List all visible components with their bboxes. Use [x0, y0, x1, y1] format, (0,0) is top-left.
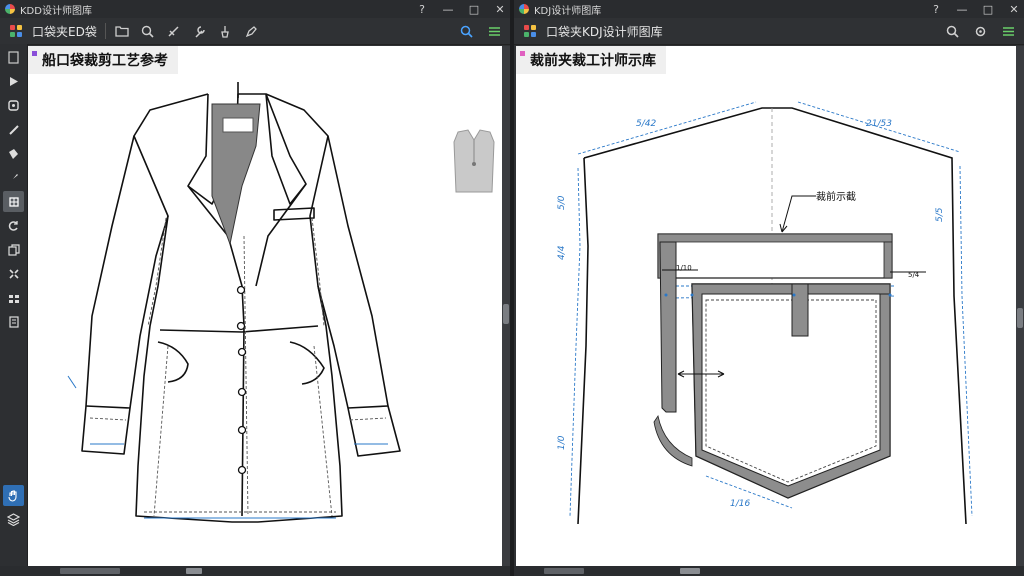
wrench-icon[interactable] — [190, 21, 210, 41]
settings-icon[interactable] — [970, 21, 990, 41]
close-button[interactable]: ✕ — [1008, 3, 1020, 16]
dim-top-left: 5/42 — [636, 119, 656, 129]
scroll-thumb[interactable] — [1017, 308, 1023, 328]
left-titlebar: KDD设计师图库 ? — □ ✕ — [0, 0, 510, 18]
link-icon[interactable] — [3, 119, 24, 140]
rotate-icon[interactable] — [3, 215, 24, 236]
right-toolbar-right — [942, 21, 1018, 41]
stack-icon[interactable] — [3, 509, 24, 530]
left-cuff — [85, 405, 131, 409]
left-canvas[interactable]: 船口袋裁剪工艺参考 — [28, 46, 502, 566]
neck-label — [222, 117, 254, 133]
pen-icon[interactable] — [242, 21, 262, 41]
button — [237, 425, 247, 435]
pocket-pattern-drawing: 5/42 21/53 5/0 1/0 5/5 1/16 4/4 裁前示截 1/1… — [557, 101, 973, 525]
right-vertical-scrollbar[interactable] — [1016, 46, 1024, 566]
dim-left-edge-2: 1/0 — [557, 435, 567, 450]
dim-top-right: 21/53 — [866, 119, 892, 129]
button — [237, 465, 247, 475]
left-tool-sidebar — [0, 44, 28, 576]
button — [236, 321, 246, 331]
button — [237, 347, 247, 357]
app-logo-icon — [5, 4, 15, 14]
left-vertical-scrollbar[interactable] — [502, 46, 510, 566]
scroll-thumb[interactable] — [503, 304, 509, 324]
right-app-label: 口袋夹KDJ设计师图库 — [546, 24, 663, 39]
scroll-thumb[interactable] — [544, 568, 584, 574]
pattern2-icon[interactable] — [3, 287, 24, 308]
scroll-thumb[interactable] — [680, 568, 700, 574]
right-titlebar: KDJ设计师图库 ? — □ ✕ — [514, 0, 1024, 18]
left-toolbar: 口袋夹ED袋 — [0, 18, 510, 45]
scroll-thumb[interactable] — [60, 568, 120, 574]
dim-left-low: 4/4 — [557, 245, 567, 260]
help-button[interactable]: ? — [416, 3, 428, 16]
right-window-title: KDJ设计师图库 — [534, 5, 602, 17]
left-horizontal-scrollbar[interactable] — [0, 566, 510, 576]
stop-icon[interactable] — [3, 95, 24, 116]
app-logo-icon — [519, 4, 529, 14]
dim-left-edge-1: 5/0 — [557, 195, 567, 210]
left-pocket — [157, 341, 189, 383]
help-button[interactable]: ? — [930, 3, 942, 16]
play-icon[interactable] — [3, 71, 24, 92]
dim-left-inner: 1/10 — [676, 264, 692, 272]
left-window: KDD设计师图库 ? — □ ✕ 口袋夹ED袋 船口袋裁剪工艺参考 — [0, 0, 510, 576]
link-icon[interactable] — [164, 21, 184, 41]
maximize-button[interactable]: □ — [468, 3, 480, 16]
ruler-icon[interactable] — [998, 21, 1018, 41]
pattern-icon[interactable] — [3, 263, 24, 284]
left-lapel — [187, 185, 245, 517]
left-window-controls: ? — □ ✕ — [416, 0, 506, 18]
buttons — [236, 285, 247, 475]
right-window: KDJ设计师图库 ? — □ ✕ 口袋夹KDJ设计师图库 裁前夹裁工计师示库 5… — [514, 0, 1024, 576]
pocket-side-strip — [659, 241, 677, 413]
brush-icon[interactable] — [3, 167, 24, 188]
dim-bottom: 1/16 — [730, 499, 750, 509]
left-window-title: KDD设计师图库 — [20, 5, 92, 17]
folder-icon[interactable] — [112, 21, 132, 41]
dim-right-edge: 5/5 — [935, 207, 945, 222]
close-button[interactable]: ✕ — [494, 3, 506, 16]
toolbar-divider — [104, 23, 106, 39]
scroll-thumb[interactable] — [186, 568, 202, 574]
ruler-icon[interactable] — [484, 21, 504, 41]
button — [236, 285, 246, 295]
layers-icon[interactable] — [3, 47, 24, 68]
dots-icon[interactable] — [3, 311, 24, 332]
minimize-button[interactable]: — — [956, 3, 968, 16]
maximize-button[interactable]: □ — [982, 3, 994, 16]
right-cuff — [347, 405, 389, 409]
left-app-label: 口袋夹ED袋 — [32, 24, 97, 39]
right-canvas[interactable]: 裁前夹裁工计师示库 5/42 21/53 5/0 1/0 5/5 1/16 4/… — [516, 46, 1016, 566]
coat-technical-drawing — [67, 82, 495, 523]
right-toolbar: 口袋夹KDJ设计师图库 — [514, 18, 1024, 45]
bucket-icon[interactable] — [3, 143, 24, 164]
grid-icon[interactable] — [3, 191, 24, 212]
vest-thumbnail — [453, 129, 495, 193]
search-icon[interactable] — [456, 21, 476, 41]
button — [237, 387, 247, 397]
grid-icon[interactable] — [6, 21, 26, 41]
left-toolbar-right — [456, 21, 504, 41]
pocket-center-tab — [791, 283, 809, 337]
copy-icon[interactable] — [3, 239, 24, 260]
minimize-button[interactable]: — — [442, 3, 454, 16]
callout-label: 裁前示截 — [816, 190, 856, 203]
fill-icon[interactable] — [216, 21, 236, 41]
right-horizontal-scrollbar[interactable] — [514, 566, 1024, 576]
chest-welt — [273, 207, 315, 221]
grid-icon[interactable] — [520, 21, 540, 41]
hand-icon[interactable] — [3, 485, 24, 506]
right-lapel — [255, 183, 307, 287]
right-pocket — [289, 341, 325, 385]
dim-right-inner: 5/4 — [908, 271, 920, 279]
zoom-icon[interactable] — [138, 21, 158, 41]
search-icon[interactable] — [942, 21, 962, 41]
right-window-controls: ? — □ ✕ — [930, 0, 1020, 18]
